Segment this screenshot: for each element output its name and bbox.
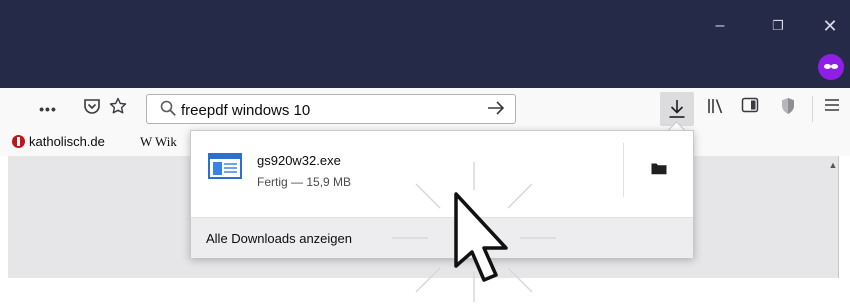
download-status: Fertig — 15,9 MB [257, 175, 352, 189]
url-input[interactable] [181, 99, 471, 121]
bookmark-katholisch[interactable]: katholisch.de [12, 134, 105, 149]
go-arrow-icon[interactable] [485, 99, 507, 121]
url-bar[interactable] [146, 94, 516, 124]
library-icon[interactable] [704, 97, 728, 121]
katholisch-favicon-icon [12, 135, 25, 148]
minimize-button[interactable]: – [700, 12, 740, 40]
mouse-pointer-icon [454, 192, 508, 282]
bookmark-label: katholisch.de [29, 134, 105, 149]
downloads-panel: gs920w32.exe Fertig — 15,9 MB Alle Downl… [190, 130, 694, 258]
navigation-toolbar: ••• [0, 88, 850, 131]
pocket-icon[interactable] [80, 97, 104, 121]
folder-icon [651, 163, 667, 175]
exe-file-icon [208, 153, 242, 179]
show-in-folder-button[interactable] [625, 143, 693, 197]
browser-window: – ❐ ✕ ••• freepdf windows 10 katholisch.… [0, 0, 850, 278]
hamburger-menu-icon[interactable] [820, 97, 844, 121]
title-bar: – ❐ ✕ [0, 0, 850, 88]
sidebar-icon[interactable] [738, 97, 762, 121]
bookmark-wikipedia[interactable]: W Wik [140, 134, 177, 150]
page-actions-more-icon[interactable]: ••• [36, 97, 60, 121]
toolbar-separator [812, 96, 813, 122]
private-browsing-icon [818, 54, 844, 80]
search-icon [157, 99, 179, 121]
download-item-divider [623, 143, 624, 197]
scroll-up-arrow-icon[interactable]: ▲ [827, 160, 839, 172]
star-icon[interactable] [106, 97, 130, 121]
show-all-downloads-button[interactable]: Alle Downloads anzeigen [191, 217, 693, 258]
shield-icon[interactable] [776, 97, 800, 121]
maximize-button[interactable]: ❐ [758, 12, 798, 40]
show-all-downloads-label: Alle Downloads anzeigen [206, 231, 352, 246]
close-button[interactable]: ✕ [810, 12, 850, 40]
download-item[interactable]: gs920w32.exe Fertig — 15,9 MB [191, 131, 693, 209]
download-filename: gs920w32.exe [257, 153, 341, 168]
